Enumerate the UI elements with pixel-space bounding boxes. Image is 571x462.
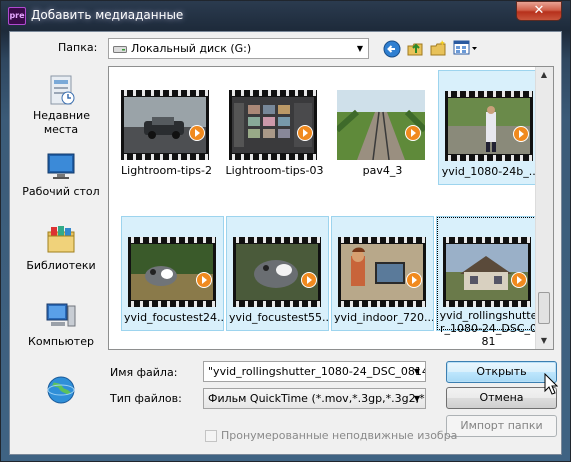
play-icon xyxy=(196,272,212,288)
drive-icon xyxy=(113,46,127,53)
chevron-down-icon[interactable]: ▼ xyxy=(409,362,425,381)
cancel-button[interactable]: Отмена xyxy=(446,387,557,409)
filename-input[interactable]: "yvid_rollingshutter_1080-24_DSC_0814.l … xyxy=(203,361,426,382)
folder-value: Локальный диск (G:) xyxy=(131,42,252,55)
file-tile[interactable]: yvid_focustest55... xyxy=(226,216,329,331)
file-name: yvid_indoor_720... xyxy=(334,311,433,324)
folder-combobox[interactable]: Локальный диск (G:) ▼ xyxy=(108,38,369,59)
play-icon xyxy=(511,272,527,288)
play-icon xyxy=(301,272,317,288)
filetype-value: Фильм QuickTime (*.mov,*.3gp,*.3g2,*.m xyxy=(208,392,426,405)
numbered-stills-checkbox[interactable] xyxy=(205,430,217,442)
network-icon xyxy=(47,376,75,404)
places-bar: Недавние места Рабочий стол Библиотеки К… xyxy=(18,68,104,404)
dialog-window: pre Добавить медиаданные ✕ Папка: Локаль… xyxy=(0,0,571,462)
import-folder-button[interactable]: Импорт папки xyxy=(446,415,557,437)
premiere-app-icon: pre xyxy=(8,7,26,25)
open-button[interactable]: Открыть xyxy=(446,361,557,383)
window-title: Добавить медиаданные xyxy=(31,8,184,22)
new-folder-icon[interactable] xyxy=(429,39,447,57)
dialog-client-area: Папка: Локальный диск (G:) ▼ Недавние ме… xyxy=(9,31,562,455)
play-icon xyxy=(513,126,529,142)
scroll-thumb[interactable] xyxy=(538,292,550,324)
place-label: Компьютер xyxy=(28,335,94,348)
file-list-pane[interactable]: Lightroom-tips-2 Lightroom-tips-03 pav4_… xyxy=(108,66,554,350)
vertical-scrollbar[interactable]: ▲ ▼ xyxy=(535,67,553,349)
filename-label: Имя файла: xyxy=(110,366,178,379)
mouse-cursor-icon xyxy=(544,373,558,395)
file-name: Lightroom-tips-2 xyxy=(121,164,212,177)
view-menu-icon[interactable] xyxy=(453,39,479,57)
title-bar[interactable]: pre Добавить медиаданные ✕ xyxy=(1,1,570,31)
file-name: yvid_1080-24b_... xyxy=(441,165,540,178)
file-tile[interactable]: yvid_focustest24... xyxy=(121,216,224,331)
place-libraries[interactable]: Библиотеки xyxy=(18,224,104,272)
file-name: Lightroom-tips-03 xyxy=(225,164,324,177)
up-folder-icon[interactable] xyxy=(406,39,424,57)
folder-label: Папка: xyxy=(58,41,98,54)
filename-value: "yvid_rollingshutter_1080-24_DSC_0814.l xyxy=(208,365,426,378)
filetype-select[interactable]: Фильм QuickTime (*.mov,*.3gp,*.3g2,*.m ▼ xyxy=(203,388,426,409)
place-network[interactable] xyxy=(18,374,104,409)
computer-icon xyxy=(46,303,76,327)
scroll-down-icon[interactable]: ▼ xyxy=(536,333,552,349)
recent-places-icon xyxy=(50,75,75,105)
file-name: yvid_rollingshutter_1080-24_DSC_081 xyxy=(439,309,538,348)
numbered-stills-label: Пронумерованные неподвижные изобра xyxy=(221,429,458,442)
play-icon xyxy=(405,125,421,141)
play-icon xyxy=(297,125,313,141)
place-computer[interactable]: Компьютер xyxy=(18,300,104,348)
file-tile-focused[interactable]: yvid_rollingshutter_1080-24_DSC_081 xyxy=(436,216,539,348)
file-name: yvid_focustest24... xyxy=(124,311,223,324)
chevron-down-icon[interactable]: ▼ xyxy=(409,389,425,408)
chevron-down-icon[interactable]: ▼ xyxy=(352,39,368,58)
close-button[interactable]: ✕ xyxy=(516,1,562,21)
place-label: Библиотеки xyxy=(26,259,96,272)
file-name: yvid_focustest55... xyxy=(229,311,328,324)
back-icon[interactable] xyxy=(383,40,401,58)
file-tile[interactable]: Lightroom-tips-2 xyxy=(115,70,218,185)
file-tile[interactable]: pav4_3 xyxy=(331,70,434,185)
libraries-icon xyxy=(47,226,75,253)
play-icon xyxy=(189,125,205,141)
place-label: Недавние места xyxy=(33,109,90,136)
desktop-icon xyxy=(47,153,75,179)
file-tile[interactable]: Lightroom-tips-03 xyxy=(223,70,326,185)
filetype-label: Тип файлов: xyxy=(110,392,182,405)
file-tile[interactable]: yvid_1080-24b_... xyxy=(438,70,541,185)
file-name: pav4_3 xyxy=(362,164,403,177)
place-recent[interactable]: Недавние места xyxy=(18,74,104,137)
scroll-up-icon[interactable]: ▲ xyxy=(536,67,552,83)
place-label: Рабочий стол xyxy=(22,185,100,198)
file-tile[interactable]: yvid_indoor_720... xyxy=(331,216,434,331)
play-icon xyxy=(406,272,422,288)
place-desktop[interactable]: Рабочий стол xyxy=(18,150,104,198)
